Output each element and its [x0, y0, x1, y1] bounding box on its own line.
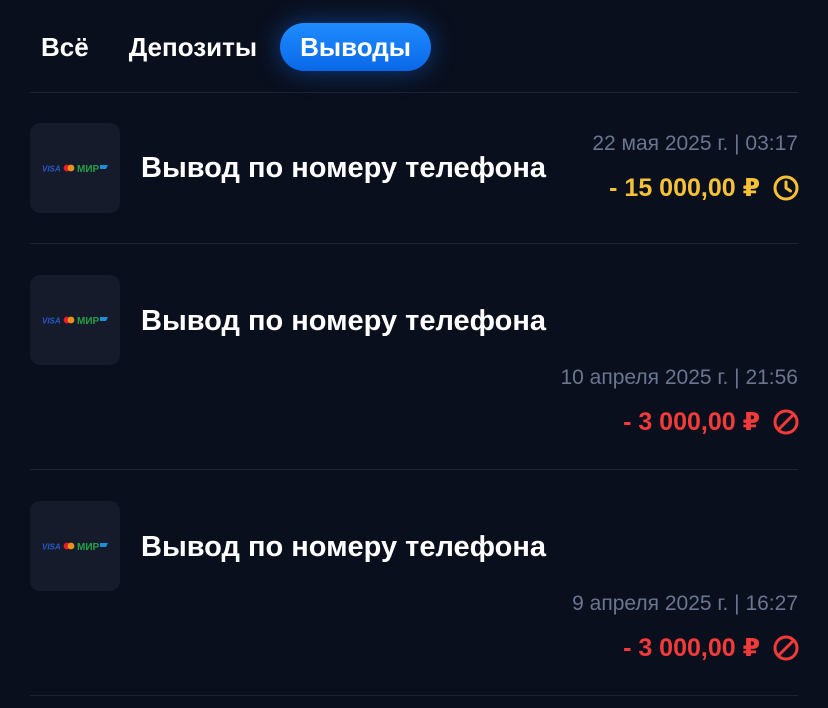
- transaction-datetime: 9 апреля 2025 г. | 16:27: [572, 592, 798, 615]
- transaction-datetime: 22 мая 2025 г. | 03:17: [592, 132, 798, 155]
- svg-text:VISA: VISA: [42, 317, 61, 326]
- payment-logo: VISA МИР: [30, 123, 120, 213]
- filter-tabs: Всё Депозиты Выводы: [30, 22, 431, 72]
- transaction-amount-row: - 3 000,00 ₽: [623, 632, 800, 664]
- declined-icon: [772, 408, 800, 436]
- declined-icon: [772, 634, 800, 662]
- transaction-amount: - 3 000,00 ₽: [623, 408, 760, 436]
- svg-text:МИР: МИР: [77, 542, 100, 552]
- divider: [30, 695, 798, 696]
- tab-deposits[interactable]: Депозиты: [118, 23, 268, 71]
- payment-logo: VISA МИР: [30, 501, 120, 591]
- transaction-amount-row: - 15 000,00 ₽: [609, 172, 800, 204]
- transaction-datetime: 10 апреля 2025 г. | 21:56: [560, 366, 798, 389]
- payment-logo: VISA МИР: [30, 275, 120, 365]
- transaction-amount: - 15 000,00 ₽: [609, 174, 760, 202]
- transaction-title: Вывод по номеру телефона: [141, 305, 547, 337]
- transaction-title: Вывод по номеру телефона: [141, 152, 547, 184]
- transaction-amount: - 3 000,00 ₽: [623, 634, 760, 662]
- transaction-amount-row: - 3 000,00 ₽: [623, 406, 800, 438]
- svg-text:МИР: МИР: [77, 316, 100, 326]
- tab-all[interactable]: Всё: [30, 23, 100, 71]
- transaction-title: Вывод по номеру телефона: [141, 531, 547, 563]
- clock-icon: [772, 174, 800, 202]
- svg-text:VISA: VISA: [42, 165, 61, 174]
- visa-mastercard-mir-icon: VISA МИР: [42, 164, 108, 174]
- divider: [30, 469, 798, 470]
- divider: [30, 243, 798, 244]
- svg-text:VISA: VISA: [42, 543, 61, 552]
- svg-text:МИР: МИР: [77, 164, 100, 174]
- visa-mastercard-mir-icon: VISA МИР: [42, 542, 108, 552]
- divider: [30, 92, 798, 93]
- visa-mastercard-mir-icon: VISA МИР: [42, 316, 108, 326]
- tab-withdrawals[interactable]: Выводы: [280, 23, 431, 71]
